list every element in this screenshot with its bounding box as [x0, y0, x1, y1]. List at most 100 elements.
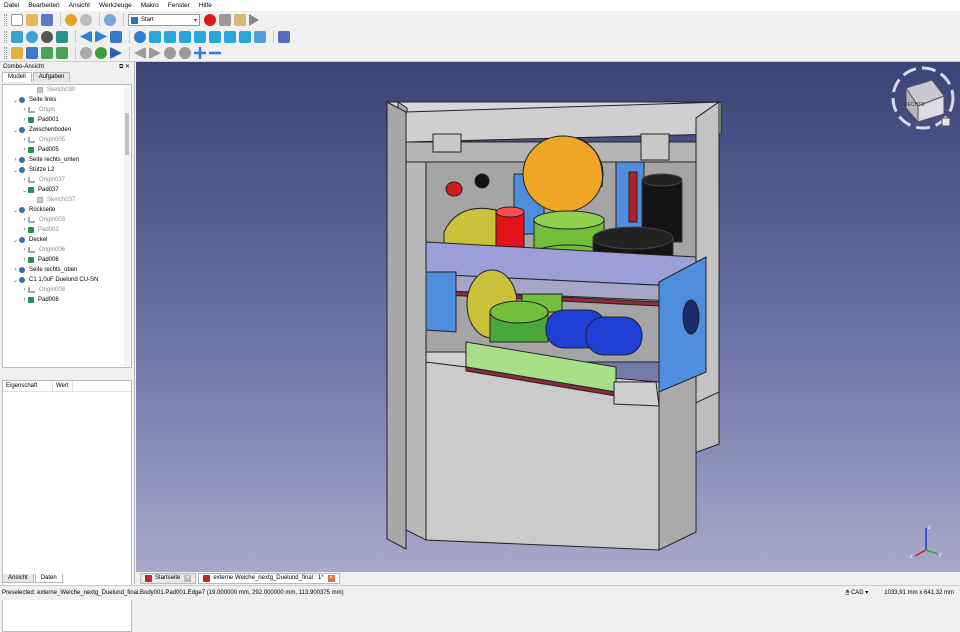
navigation-cube[interactable]: RECHTS: [891, 66, 955, 130]
chevron-right-icon[interactable]: ›: [21, 297, 28, 303]
view-isometric-icon[interactable]: [149, 30, 161, 43]
link-actions-icon[interactable]: [56, 47, 68, 59]
web-forward-icon[interactable]: [110, 47, 122, 59]
chevron-right-icon[interactable]: ›: [21, 227, 28, 233]
tree-item[interactable]: › Origin006: [3, 245, 131, 255]
edit-macro-icon[interactable]: [234, 13, 246, 26]
view-left-icon[interactable]: [239, 30, 251, 43]
create-group-icon[interactable]: [26, 47, 38, 59]
workbench-selector[interactable]: Start ▾: [128, 13, 200, 26]
view-top-icon[interactable]: [179, 30, 191, 43]
chevron-right-icon[interactable]: ›: [21, 287, 28, 293]
chevron-right-icon[interactable]: ›: [12, 157, 19, 163]
3d-model-scene[interactable]: RECHTS z x y: [136, 62, 960, 572]
zoom-icon[interactable]: [134, 30, 146, 43]
chevron-right-icon[interactable]: ›: [21, 217, 28, 223]
chevron-right-icon[interactable]: ›: [21, 137, 28, 143]
tab-startseite[interactable]: Startseite ✕: [140, 572, 197, 584]
link-icon[interactable]: [110, 30, 122, 43]
toolbar-grip[interactable]: [4, 30, 7, 43]
create-part-icon[interactable]: [11, 47, 23, 59]
web-refresh-icon[interactable]: [164, 47, 176, 59]
fit-selection-icon[interactable]: [26, 30, 38, 43]
undo-icon[interactable]: [65, 13, 77, 26]
chevron-right-icon[interactable]: ›: [12, 267, 19, 273]
tab-modell[interactable]: Modell: [2, 72, 32, 82]
run-macro-icon[interactable]: [249, 13, 259, 26]
back-arrow-icon[interactable]: [80, 30, 92, 43]
chevron-down-icon[interactable]: ⌄: [12, 167, 19, 174]
tree-item[interactable]: › Pad003: [3, 225, 131, 235]
save-icon[interactable]: [41, 13, 53, 26]
tree-item[interactable]: › Origin037: [3, 175, 131, 185]
navigation-style-selector[interactable]: 🖱 CAD ▾: [846, 589, 869, 597]
chevron-right-icon[interactable]: ›: [21, 117, 28, 123]
tree-item[interactable]: › Origin008: [3, 285, 131, 295]
nav-cube-mini[interactable]: [941, 117, 951, 127]
web-home-icon[interactable]: [95, 47, 107, 59]
fit-all-icon[interactable]: [11, 30, 23, 43]
tab-daten[interactable]: Daten: [34, 574, 63, 583]
toolbar-grip[interactable]: [4, 13, 7, 26]
menu-item-fenster[interactable]: Fenster: [168, 2, 190, 9]
tree-item[interactable]: › Seite rechts_unten: [3, 155, 131, 165]
panel-float-close-buttons[interactable]: ⧉ ✕: [119, 63, 130, 71]
menu-item-ansicht[interactable]: Ansicht: [69, 2, 90, 9]
whats-this-icon[interactable]: [278, 30, 290, 43]
forward-arrow-icon[interactable]: [95, 30, 107, 43]
tree-item[interactable]: › Seite rechts_oben: [3, 265, 131, 275]
close-icon[interactable]: ✕: [327, 574, 335, 582]
tree-item[interactable]: ⌄ Deckel: [3, 235, 131, 245]
stop-navigation-icon[interactable]: [80, 47, 92, 59]
tree-item[interactable]: › Pad008: [3, 295, 131, 305]
tree-scrollbar[interactable]: [124, 87, 130, 367]
zoom-in-icon[interactable]: [194, 47, 206, 59]
tree-item[interactable]: ⌄ C1 1,0uF Duelund CU-SN: [3, 275, 131, 285]
measure-icon[interactable]: [254, 30, 266, 43]
new-file-icon[interactable]: [11, 13, 23, 26]
chevron-down-icon[interactable]: ⌄: [12, 277, 19, 284]
web-next-icon[interactable]: [149, 47, 161, 59]
menu-item-datei[interactable]: Datei: [4, 2, 19, 9]
tree-item[interactable]: › Pad001: [3, 115, 131, 125]
tree-item[interactable]: ⌄ Seite links: [3, 95, 131, 105]
open-folder-icon[interactable]: [26, 13, 38, 26]
tree-item[interactable]: › Pad006: [3, 255, 131, 265]
view-rear-icon[interactable]: [209, 30, 221, 43]
menu-item-bearbeiten[interactable]: Bearbeiten: [28, 2, 59, 9]
tree-item[interactable]: ⌄ Rückseite: [3, 205, 131, 215]
view-right-icon[interactable]: [194, 30, 206, 43]
chevron-down-icon[interactable]: ⌄: [12, 207, 19, 214]
property-column-header[interactable]: Eigenschaft: [3, 381, 53, 391]
tree-item[interactable]: ⌄ Pad037: [3, 185, 131, 195]
web-stop-icon[interactable]: [179, 47, 191, 59]
stop-macro-icon[interactable]: [219, 13, 231, 26]
refresh-icon[interactable]: [104, 13, 116, 26]
view-bottom-icon[interactable]: [224, 30, 236, 43]
chevron-down-icon[interactable]: ⌄: [12, 97, 19, 104]
bounding-box-icon[interactable]: [56, 30, 68, 43]
tree-item[interactable]: › Pad005: [3, 145, 131, 155]
zoom-out-icon[interactable]: [209, 51, 221, 55]
close-icon[interactable]: ✕: [184, 574, 192, 582]
tree-item[interactable]: › Origin005: [3, 135, 131, 145]
view-front-icon[interactable]: [164, 30, 176, 43]
menu-item-werkzeuge[interactable]: Werkzeuge: [99, 2, 132, 9]
redo-icon[interactable]: [80, 13, 92, 26]
tree-item[interactable]: › Origin: [3, 105, 131, 115]
chevron-right-icon[interactable]: ›: [21, 257, 28, 263]
tree-item[interactable]: ⌄ Zwischenboden: [3, 125, 131, 135]
chevron-right-icon[interactable]: ›: [21, 177, 28, 183]
tree-item[interactable]: Sketch030: [3, 85, 131, 95]
value-column-header[interactable]: Wert: [53, 381, 73, 391]
draw-style-icon[interactable]: [41, 30, 53, 43]
chevron-right-icon[interactable]: ›: [21, 147, 28, 153]
menu-item-hilfe[interactable]: Hilfe: [199, 2, 212, 9]
tree-item[interactable]: › Origin003: [3, 215, 131, 225]
menu-item-makro[interactable]: Makro: [141, 2, 159, 9]
chevron-down-icon[interactable]: ⌄: [12, 237, 19, 244]
web-back-icon[interactable]: [134, 47, 146, 59]
chevron-right-icon[interactable]: ›: [21, 247, 28, 253]
chevron-down-icon[interactable]: ⌄: [12, 127, 19, 134]
record-macro-icon[interactable]: [204, 13, 216, 26]
